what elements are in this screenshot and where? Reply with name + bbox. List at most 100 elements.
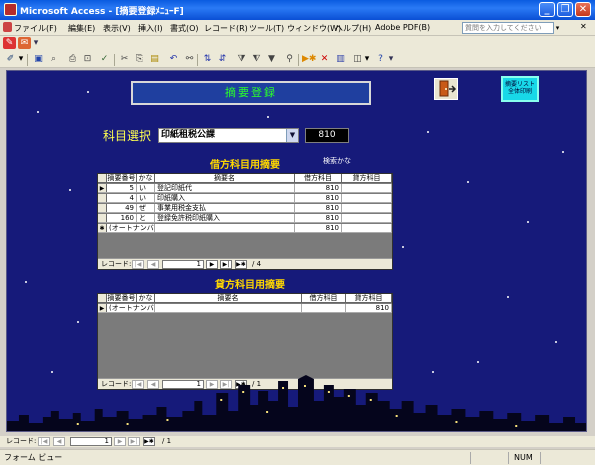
pdf-convert-icon[interactable]: ✎	[3, 37, 16, 49]
record-selector[interactable]: ▶	[98, 184, 107, 192]
menu-insert[interactable]: 挿入(I)	[138, 23, 163, 34]
new-record-row[interactable]: ✱ (オートナンバー) 810	[98, 224, 392, 233]
pdf-toolbar: ✎ ✉ ▾	[0, 36, 595, 51]
exit-door-icon	[439, 80, 457, 97]
table-row[interactable]: ▶ 5 い 登記印紙代 810	[98, 184, 392, 193]
toolbar-options-icon[interactable]: ▾	[33, 37, 39, 49]
undo-icon[interactable]: ↶	[167, 53, 180, 65]
close-button[interactable]: ✕	[575, 2, 591, 17]
status-divider	[470, 452, 471, 464]
view-dropdown-icon[interactable]: ▾	[18, 53, 24, 65]
toolbar-separator	[298, 54, 299, 66]
account-code-field[interactable]: 810	[305, 128, 349, 143]
next-record-button[interactable]: ▶	[114, 437, 126, 446]
record-selector[interactable]	[98, 214, 107, 222]
account-select-combo[interactable]: 印紙租税公課 ▼	[158, 128, 299, 143]
menu-adobe-pdf[interactable]: Adobe PDF(B)	[375, 23, 430, 32]
delete-record-icon[interactable]: ✕	[318, 53, 331, 65]
save-icon[interactable]: ▣	[32, 53, 45, 65]
col-header-kana[interactable]: かな	[137, 294, 155, 303]
menu-view[interactable]: 表示(V)	[103, 23, 131, 34]
menu-window[interactable]: ウィンドウ(W)	[287, 23, 341, 34]
status-view-mode: フォーム ビュー	[4, 453, 63, 462]
find-icon[interactable]: ⚲	[283, 53, 296, 65]
search-kana-label: 検索かな	[323, 157, 351, 165]
record-number-input[interactable]: 1	[70, 437, 112, 446]
help-dropdown-icon[interactable]: ▾	[553, 22, 562, 34]
status-divider	[508, 452, 509, 464]
print-icon[interactable]: ⎙	[66, 53, 79, 65]
prev-record-button[interactable]: ◀	[53, 437, 65, 446]
pdf-mail-icon[interactable]: ✉	[18, 37, 31, 49]
table-row[interactable]: 160 と 登録免許税印紙購入 810	[98, 214, 392, 223]
doc-close-icon[interactable]: ✕	[580, 22, 587, 31]
debit-record-navigator: レコード: |◀ ◀ 1 ▶ ▶| ▶✱ / 4	[98, 258, 392, 269]
main-record-navigator: レコード: |◀ ◀ 1 ▶ ▶| ▶✱ / 1	[0, 436, 595, 447]
last-record-button[interactable]: ▶|	[128, 437, 140, 446]
toolbar-separator	[27, 54, 28, 66]
col-header-name[interactable]: 摘要名	[155, 174, 295, 183]
new-object-icon[interactable]: ◫	[351, 53, 364, 65]
col-header-credit[interactable]: 貸方科目	[346, 294, 392, 303]
database-window-icon[interactable]: ▥	[334, 53, 347, 65]
minimize-button[interactable]: _	[539, 2, 555, 17]
sort-ascending-icon[interactable]: ⇅	[201, 53, 214, 65]
filter-by-selection-icon[interactable]: ⧩	[235, 53, 248, 65]
toolbar-separator	[114, 54, 115, 66]
filter-by-form-icon[interactable]: ⧨	[250, 53, 263, 65]
menu-edit[interactable]: 編集(E)	[68, 23, 95, 34]
apply-filter-icon[interactable]: ▼	[265, 53, 278, 65]
new-record-icon[interactable]: ▶✱	[302, 53, 316, 65]
new-record-button[interactable]: ▶✱	[235, 260, 247, 269]
record-number-input[interactable]: 1	[162, 260, 204, 269]
first-record-button[interactable]: |◀	[132, 260, 144, 269]
cut-icon[interactable]: ✂	[118, 53, 131, 65]
col-header-no[interactable]: 摘要番号	[107, 174, 137, 183]
help-search-input[interactable]: 質問を入力してください	[462, 22, 554, 34]
paste-icon[interactable]: ▤	[148, 53, 161, 65]
toolbar-options-icon[interactable]: ▾	[388, 53, 394, 65]
first-record-button[interactable]: |◀	[38, 437, 50, 446]
col-header-no[interactable]: 摘要番号	[107, 294, 137, 303]
access-app-icon[interactable]	[4, 3, 17, 16]
exit-door-button[interactable]	[434, 78, 458, 100]
spelling-icon[interactable]: ✓	[98, 53, 111, 65]
col-header-name[interactable]: 摘要名	[155, 294, 302, 303]
new-record-button[interactable]: ▶✱	[143, 437, 155, 446]
table-row[interactable]: 4 い 印紙購入 810	[98, 194, 392, 203]
col-header-kana[interactable]: かな	[137, 174, 155, 183]
menu-file[interactable]: ファイル(F)	[14, 23, 57, 34]
menu-records[interactable]: レコード(R)	[204, 23, 248, 34]
col-header-debit[interactable]: 借方科目	[295, 174, 342, 183]
menu-help[interactable]: ヘルプ(H)	[335, 23, 371, 34]
sort-descending-icon[interactable]: ⇵	[216, 53, 229, 65]
last-record-button[interactable]: ▶|	[220, 260, 232, 269]
prev-record-button[interactable]: ◀	[147, 260, 159, 269]
record-selector[interactable]	[98, 204, 107, 212]
debit-subform-title: 借方科目用摘要	[210, 160, 280, 171]
form-window-icon[interactable]	[3, 22, 12, 32]
copy-icon[interactable]: ⎘	[133, 53, 146, 65]
chevron-down-icon[interactable]: ▼	[286, 129, 298, 142]
col-header-debit[interactable]: 借方科目	[302, 294, 346, 303]
view-icon[interactable]: ✐	[4, 53, 17, 65]
next-record-button[interactable]: ▶	[206, 260, 218, 269]
print-preview-icon[interactable]: ⊡	[81, 53, 94, 65]
debit-subform: 摘要番号 かな 摘要名 借方科目 貸方科目 ▶ 5 い 登記印紙代 810 4 …	[97, 173, 393, 270]
help-icon[interactable]: ?	[374, 53, 387, 65]
menu-tools[interactable]: ツール(T)	[249, 23, 284, 34]
record-selector[interactable]	[98, 194, 107, 202]
table-row[interactable]: 49 ぜ 事業用税金支払 810	[98, 204, 392, 213]
account-select-value: 印紙租税公課	[161, 130, 216, 140]
col-header-credit[interactable]: 貸方科目	[342, 174, 392, 183]
file-search-icon[interactable]: ⌕	[47, 53, 60, 65]
menu-format[interactable]: 書式(O)	[170, 23, 199, 34]
print-summary-list-button[interactable]: 摘要リスト 全体印刷	[501, 76, 539, 102]
new-record-marker[interactable]: ✱	[98, 224, 107, 232]
new-object-dropdown-icon[interactable]: ▾	[364, 53, 370, 65]
insert-hyperlink-icon[interactable]: ⚯	[183, 53, 196, 65]
window-title: Microsoft Access - [摘要登録ﾒﾆｭｰF]	[20, 7, 184, 17]
record-selector[interactable]: ▶	[98, 304, 107, 312]
new-record-row[interactable]: ▶ (オートナンバー) 810	[98, 304, 392, 313]
restore-button[interactable]: ❐	[557, 2, 573, 17]
